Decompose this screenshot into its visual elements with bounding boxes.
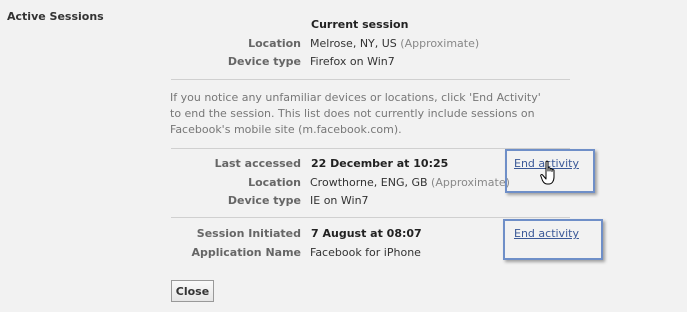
current-location-note: (Approximate): [400, 37, 480, 50]
session1-location-value: Crowthorne, ENG, GB: [310, 176, 428, 189]
close-button[interactable]: Close: [171, 280, 214, 302]
session1-location-note: (Approximate): [431, 176, 510, 189]
current-device-label: Device type: [227, 55, 301, 68]
section-title: Active Sessions: [7, 10, 104, 23]
application-name-value: Facebook for iPhone: [310, 246, 421, 259]
session1-device-value: IE on Win7: [310, 194, 369, 207]
application-name-label: Application Name: [191, 246, 301, 259]
divider: [171, 217, 570, 218]
session1-location-label: Location: [248, 176, 301, 189]
session1-location: Crowthorne, ENG, GB (Approximate): [310, 176, 510, 189]
last-accessed-value: 22 December at 10:25: [311, 157, 449, 170]
highlight-box-2: [503, 219, 603, 260]
session1-device-label: Device type: [227, 194, 301, 207]
current-device-value: Firefox on Win7: [310, 55, 395, 68]
current-location-label: Location: [248, 37, 301, 50]
session-initiated-label: Session Initiated: [196, 227, 301, 240]
current-location-value: Melrose, NY, US: [310, 37, 397, 50]
last-accessed-label: Last accessed: [214, 157, 301, 170]
session-initiated-value: 7 August at 08:07: [311, 227, 422, 240]
hand-pointer-icon: [540, 160, 555, 185]
current-location: Melrose, NY, US (Approximate): [310, 37, 479, 50]
current-session-heading: Current session: [311, 18, 409, 31]
divider: [171, 79, 570, 80]
notice-text: If you notice any unfamiliar devices or …: [170, 91, 541, 136]
